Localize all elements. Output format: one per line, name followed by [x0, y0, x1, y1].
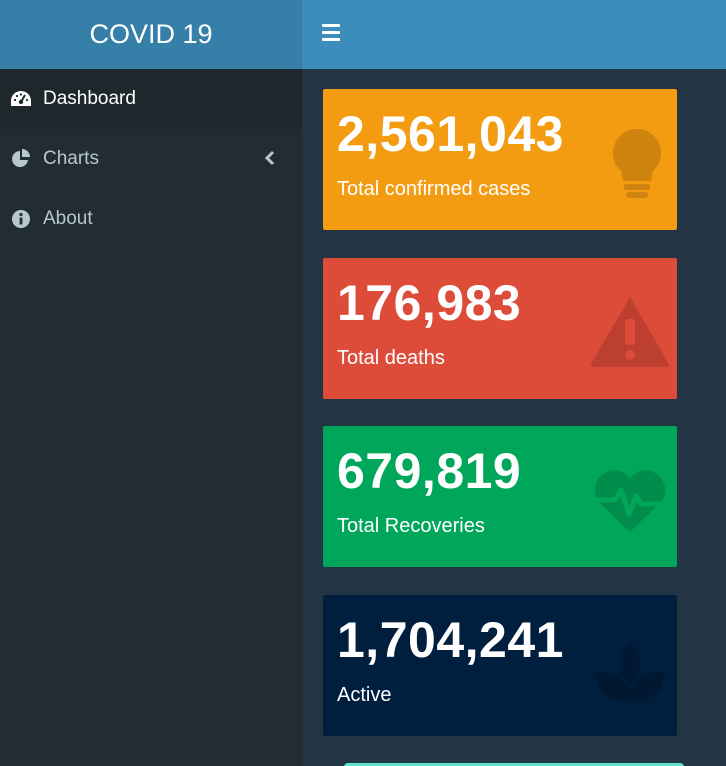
stat-value: 1,704,241 [337, 612, 564, 668]
sidebar-item-charts[interactable]: Charts [0, 129, 302, 189]
confirmed-cases-box: 2,561,043 Total confirmed cases [323, 89, 677, 230]
sidebar-toggle-button[interactable] [322, 24, 340, 42]
stat-label: Total deaths [337, 347, 445, 369]
lotus-icon [595, 641, 665, 703]
dashboard-icon [10, 88, 32, 110]
main-content: 2,561,043 Total confirmed cases 176,983 … [302, 69, 726, 766]
warning-icon [590, 297, 670, 367]
menu-icon-bar [322, 31, 340, 34]
top-navbar [302, 0, 726, 69]
app-title: COVID 19 [89, 19, 213, 49]
lightbulb-icon [612, 128, 662, 198]
chevron-left-icon[interactable] [264, 149, 276, 167]
active-cases-box: 1,704,241 Active [323, 595, 677, 736]
total-recoveries-box: 679,819 Total Recoveries [323, 426, 677, 567]
total-deaths-box: 176,983 Total deaths [323, 258, 677, 399]
pie-chart-icon [10, 148, 32, 170]
stat-value: 2,561,043 [337, 106, 564, 162]
app-logo[interactable]: COVID 19 [0, 0, 302, 69]
menu-icon-bar [322, 38, 340, 41]
stat-label: Active [337, 684, 392, 706]
sidebar-item-label: Dashboard [43, 88, 136, 109]
menu-icon-bar [322, 24, 340, 27]
sidebar-item-label: Charts [43, 148, 99, 169]
sidebar-item-dashboard[interactable]: Dashboard [0, 69, 302, 129]
stat-value: 176,983 [337, 275, 522, 331]
heartbeat-icon [593, 470, 667, 532]
sidebar-item-label: About [43, 208, 93, 229]
info-icon [10, 208, 32, 230]
stat-label: Total Recoveries [337, 515, 485, 537]
stat-value: 679,819 [337, 443, 522, 499]
sidebar: Dashboard Charts About [0, 69, 302, 766]
sidebar-item-about[interactable]: About [0, 189, 302, 249]
stat-label: Total confirmed cases [337, 178, 531, 200]
